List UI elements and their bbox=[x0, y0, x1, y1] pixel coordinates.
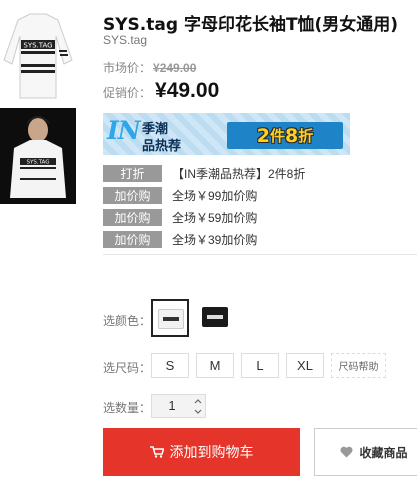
promotion-row: 加价购 全场￥39加价购 bbox=[103, 231, 305, 248]
promotion-text[interactable]: 【IN季潮品热荐】2件8折 bbox=[172, 165, 305, 182]
color-label: 选颜色： bbox=[103, 314, 152, 328]
banner-offer-num2: 8 bbox=[285, 124, 299, 147]
thumb-print-text: SYS.TAG bbox=[27, 160, 50, 166]
quantity-label: 选数量： bbox=[103, 401, 152, 415]
size-option-xl[interactable]: XL bbox=[286, 353, 324, 378]
promotion-row: 加价购 全场￥99加价购 bbox=[103, 187, 305, 204]
favorite-button[interactable]: 收藏商品 bbox=[314, 428, 417, 476]
thumbnail-white-tee[interactable]: SYS.TAG bbox=[0, 6, 76, 102]
add-to-cart-label: 添加到购物车 bbox=[169, 444, 254, 460]
promotion-row: 打折 【IN季潮品热荐】2件8折 bbox=[103, 165, 305, 182]
size-option-l[interactable]: L bbox=[241, 353, 279, 378]
thumbnail-list: SYS.TAG SYS.TAG bbox=[0, 6, 76, 210]
promotion-text[interactable]: 全场￥39加价购 bbox=[172, 231, 257, 248]
market-price-row: 市场价： ¥249.00 bbox=[103, 59, 196, 77]
thumb-print-text: SYS.TAG bbox=[23, 42, 52, 50]
swatch-print-bar bbox=[207, 315, 223, 319]
promo-price-label: 促销价： bbox=[103, 86, 152, 100]
quantity-stepper: 1 bbox=[151, 394, 206, 418]
heart-icon bbox=[340, 446, 354, 458]
promotion-badge: 加价购 bbox=[103, 209, 162, 226]
promotion-badge: 打折 bbox=[103, 165, 162, 182]
banner-offer-word2: 折 bbox=[298, 127, 314, 145]
banner-logo: IN bbox=[107, 116, 141, 145]
promotion-text[interactable]: 全场￥99加价购 bbox=[172, 187, 257, 204]
quantity-input[interactable]: 1 bbox=[152, 395, 192, 417]
color-swatch-white[interactable] bbox=[151, 299, 189, 337]
product-brand: SYS.tag bbox=[103, 33, 148, 47]
promotion-list: 打折 【IN季潮品热荐】2件8折 加价购 全场￥99加价购 加价购 全场￥59加… bbox=[103, 165, 305, 253]
size-label: 选尺码： bbox=[103, 361, 152, 375]
chevron-up-icon[interactable] bbox=[191, 396, 204, 406]
promotion-badge: 加价购 bbox=[103, 231, 162, 248]
size-option-m[interactable]: M bbox=[196, 353, 234, 378]
banner-line2: 品热荐 bbox=[142, 139, 182, 154]
banner-offer-num1: 2 bbox=[256, 124, 270, 147]
size-help-button[interactable]: 尺码帮助 bbox=[331, 353, 386, 378]
size-option-s[interactable]: S bbox=[151, 353, 189, 378]
white-tee-image: SYS.TAG bbox=[3, 13, 73, 99]
favorite-label: 收藏商品 bbox=[359, 445, 408, 460]
market-price-value: ¥249.00 bbox=[153, 61, 197, 75]
promo-banner[interactable]: IN 季潮 品热荐 2件8折 bbox=[103, 113, 350, 155]
promo-price-value: ¥49.00 bbox=[155, 79, 220, 102]
banner-offer: 2件8折 bbox=[227, 122, 343, 149]
promotion-text[interactable]: 全场￥59加价购 bbox=[172, 209, 257, 226]
cart-icon bbox=[149, 446, 164, 458]
add-to-cart-button[interactable]: 添加到购物车 bbox=[103, 428, 300, 476]
color-swatch-black[interactable] bbox=[197, 299, 235, 337]
promotion-row: 加价购 全场￥59加价购 bbox=[103, 209, 305, 226]
section-divider bbox=[103, 254, 417, 255]
market-price-label: 市场价： bbox=[103, 61, 152, 75]
model-photo-image: SYS.TAG bbox=[0, 108, 76, 204]
product-title: SYS.tag 字母印花长袖T恤(男女通用) bbox=[103, 15, 399, 35]
swatch-print-bar bbox=[163, 317, 179, 321]
promo-price-row: 促销价： ¥49.00 bbox=[103, 79, 219, 103]
banner-offer-word1: 件 bbox=[269, 127, 285, 145]
chevron-down-icon[interactable] bbox=[191, 406, 204, 416]
thumbnail-model-photo[interactable]: SYS.TAG bbox=[0, 108, 76, 204]
promotion-badge: 加价购 bbox=[103, 187, 162, 204]
